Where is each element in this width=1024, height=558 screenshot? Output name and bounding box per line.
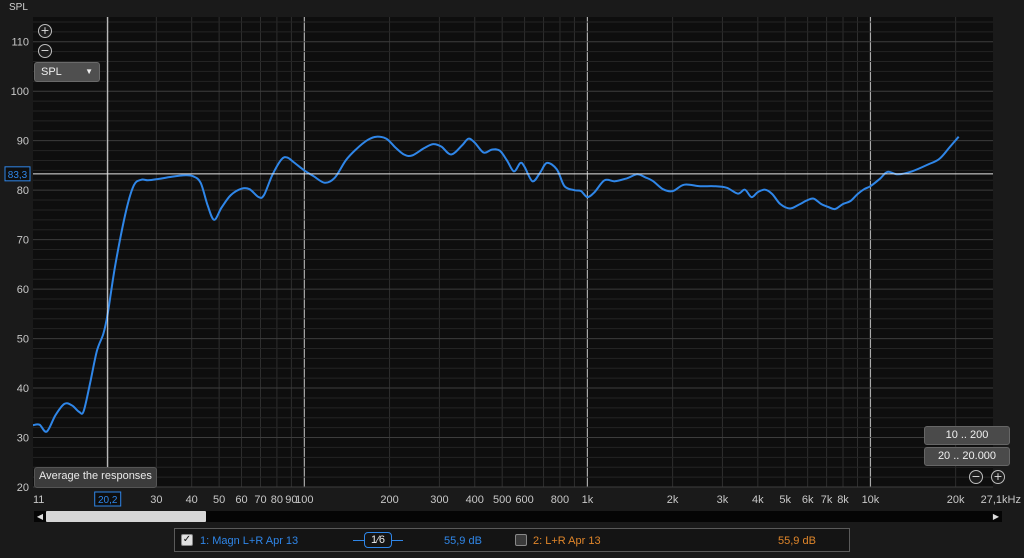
series-2-checkbox[interactable] bbox=[515, 534, 527, 546]
zoom-in-horizontal-icon[interactable]: + bbox=[991, 470, 1005, 484]
x-tick-label: 6k bbox=[802, 494, 814, 506]
view-dropdown-label: SPL bbox=[41, 66, 62, 78]
x-tick-label: 8k bbox=[837, 494, 849, 506]
y-tick-label: 70 bbox=[17, 235, 29, 247]
series-1-checkbox[interactable]: ✓ bbox=[181, 534, 193, 546]
x-tick-label: 600 bbox=[515, 494, 533, 506]
x-tick-label: 80 bbox=[271, 494, 283, 506]
y-axis-title: SPL bbox=[9, 2, 28, 13]
series-2-label[interactable]: 2: L+R Apr 13 bbox=[533, 535, 601, 547]
x-tick-label: 50 bbox=[213, 494, 225, 506]
y-tick-label: 100 bbox=[11, 86, 29, 98]
x-tick-label: 200 bbox=[380, 494, 398, 506]
series-1-level: 55,9 dB bbox=[444, 535, 482, 547]
y-tick-label: 50 bbox=[17, 334, 29, 346]
x-tick-label: 300 bbox=[430, 494, 448, 506]
scrollbar-thumb[interactable] bbox=[46, 511, 206, 522]
horizontal-scrollbar[interactable]: ◀ ▶ bbox=[34, 511, 1002, 522]
y-tick-label: 40 bbox=[17, 383, 29, 395]
series-2-level: 55,9 dB bbox=[778, 535, 816, 547]
plot-background bbox=[33, 17, 993, 487]
series-1-label[interactable]: 1: Magn L+R Apr 13 bbox=[200, 535, 298, 547]
cursor-y-label: 83,3 bbox=[8, 170, 28, 181]
x-tick-label: 400 bbox=[466, 494, 484, 506]
x-tick-label: 27,1kHz bbox=[981, 494, 1021, 506]
x-tick-label: 11 bbox=[33, 494, 44, 506]
x-tick-label: 40 bbox=[186, 494, 198, 506]
y-tick-label: 110 bbox=[11, 37, 29, 49]
x-tick-label: 30 bbox=[150, 494, 162, 506]
x-tick-label: 20k bbox=[947, 494, 965, 506]
y-tick-label: 60 bbox=[17, 284, 29, 296]
x-tick-label: 60 bbox=[235, 494, 247, 506]
x-tick-label: 70 bbox=[254, 494, 266, 506]
x-tick-label: 3k bbox=[717, 494, 729, 506]
chevron-down-icon: ▼ bbox=[85, 67, 93, 76]
y-tick-label: 90 bbox=[17, 136, 29, 148]
x-tick-label: 5k bbox=[779, 494, 791, 506]
range-20-20000-button[interactable]: 20 .. 20.000 bbox=[924, 447, 1010, 466]
x-tick-label: 7k bbox=[821, 494, 833, 506]
range-10-200-button[interactable]: 10 .. 200 bbox=[924, 426, 1010, 445]
x-tick-label: 4k bbox=[752, 494, 764, 506]
zoom-out-vertical-icon[interactable]: − bbox=[38, 44, 52, 58]
x-tick-label: 800 bbox=[551, 494, 569, 506]
cursor-x-label: 20,2 bbox=[98, 495, 118, 506]
x-tick-label: 10k bbox=[862, 494, 880, 506]
smoothing-selector[interactable]: 1⁄6 bbox=[364, 532, 392, 548]
average-responses-button[interactable]: Average the responses bbox=[34, 467, 157, 488]
x-tick-label: 100 bbox=[295, 494, 313, 506]
x-tick-label: 1k bbox=[582, 494, 594, 506]
zoom-in-vertical-icon[interactable]: + bbox=[38, 24, 52, 38]
y-tick-label: 20 bbox=[17, 482, 29, 494]
zoom-out-horizontal-icon[interactable]: − bbox=[969, 470, 983, 484]
scroll-right-icon[interactable]: ▶ bbox=[990, 511, 1002, 522]
legend-bar: ✓ 1: Magn L+R Apr 13 1⁄6 55,9 dB 2: L+R … bbox=[174, 528, 850, 552]
y-tick-label: 30 bbox=[17, 433, 29, 445]
view-dropdown[interactable]: SPL ▼ bbox=[34, 62, 100, 82]
x-tick-label: 2k bbox=[667, 494, 679, 506]
scroll-left-icon[interactable]: ◀ bbox=[34, 511, 46, 522]
x-tick-label: 500 bbox=[493, 494, 511, 506]
y-tick-label: 80 bbox=[17, 185, 29, 197]
